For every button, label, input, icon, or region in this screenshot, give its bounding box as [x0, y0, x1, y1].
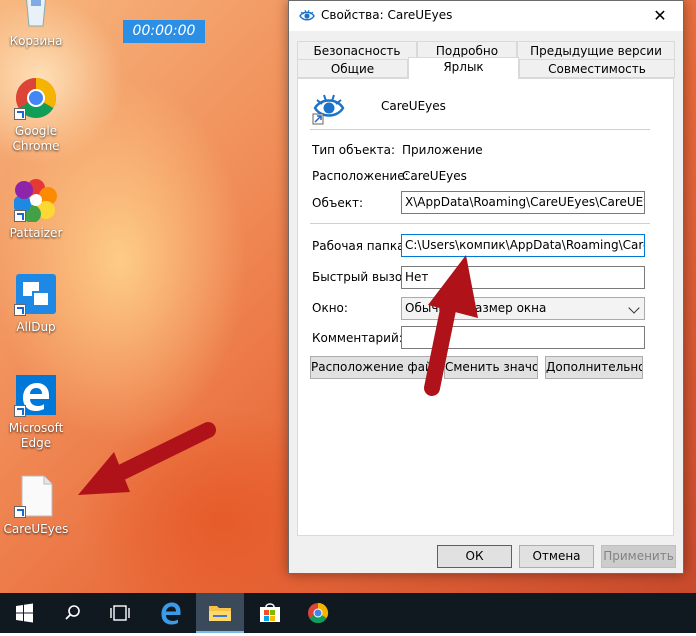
change-icon-button[interactable]: Сменить значок... [444, 356, 538, 379]
desktop-icon-careueyes[interactable]: CareUEyes [0, 474, 72, 537]
windows-logo-icon [16, 603, 33, 623]
shortcut-arrow-icon [14, 405, 26, 417]
desktop-icon-label: Google Chrome [12, 124, 60, 153]
open-file-location-button[interactable]: Расположение файла [310, 356, 438, 379]
shortcut-arrow-icon [14, 108, 26, 120]
desktop-icon-label: Pattaizer [9, 226, 63, 240]
desktop-icon-chrome[interactable]: Google Chrome [0, 76, 72, 154]
comment-label: Комментарий: [312, 331, 403, 345]
shortcut-panel: CareUEyes Тип объекта: Приложение Распол… [297, 78, 674, 536]
alldup-icon [14, 272, 58, 316]
type-value: Приложение [402, 143, 483, 157]
task-view-button[interactable] [96, 593, 144, 633]
target-field[interactable]: X\AppData\Roaming\CareUEyes\CareUEyes.ex… [401, 191, 645, 214]
edge-icon [161, 602, 181, 625]
window-label: Окно: [312, 301, 348, 315]
app-name: CareUEyes [381, 99, 446, 113]
desktop-icon-alldup[interactable]: AllDup [0, 272, 72, 335]
start-button[interactable] [0, 593, 48, 633]
blank-file-icon [14, 474, 58, 518]
search-button[interactable] [48, 593, 96, 633]
desktop-icon-recycle-bin[interactable]: Корзина [0, 0, 72, 49]
workdir-label: Рабочая папка: [312, 239, 409, 253]
close-icon[interactable]: ✕ [637, 1, 683, 31]
comment-field[interactable] [401, 326, 645, 349]
tab-general[interactable]: Общие [297, 59, 408, 78]
app-eye-icon [312, 91, 346, 125]
apply-button[interactable]: Применить [601, 545, 676, 568]
desktop-icon-label: CareUEyes [3, 522, 69, 536]
hotkey-field[interactable]: Нет [401, 266, 645, 289]
desktop-icon-pattaizer[interactable]: Pattaizer [0, 178, 72, 241]
divider [310, 223, 650, 224]
window-select-value: Обычный размер окна [405, 301, 547, 315]
chrome-icon [308, 602, 329, 624]
timer-display: 00:00:00 [123, 20, 205, 43]
workdir-field[interactable]: C:\Users\компик\AppData\Roaming\CareUEye… [401, 234, 645, 257]
pattaizer-icon [13, 178, 58, 223]
ok-button[interactable]: ОК [437, 545, 512, 568]
store-icon [260, 603, 280, 622]
properties-dialog: Свойства: CareUEyes ✕ Безопасность Подро… [288, 0, 684, 574]
taskbar-file-explorer[interactable] [196, 593, 244, 633]
eye-icon [299, 9, 315, 22]
chrome-icon [14, 76, 58, 120]
desktop-icon-edge[interactable]: Microsoft Edge [0, 373, 72, 451]
location-label: Расположение: [312, 169, 409, 183]
advanced-button[interactable]: Дополнительно... [545, 356, 643, 379]
type-label: Тип объекта: [312, 143, 396, 157]
tab-previous-versions[interactable]: Предыдущие версии [517, 41, 675, 60]
recycle-bin-icon [14, 0, 58, 30]
folder-icon [209, 606, 231, 621]
tab-security[interactable]: Безопасность [297, 41, 417, 60]
shortcut-arrow-icon [14, 506, 26, 518]
window-select[interactable]: Обычный размер окна [401, 297, 645, 320]
desktop-icon-label: Корзина [9, 34, 63, 48]
shortcut-arrow-icon [14, 210, 26, 222]
cancel-button[interactable]: Отмена [519, 545, 594, 568]
desktop-icon-label: AllDup [16, 320, 56, 334]
divider [310, 129, 650, 130]
tab-compatibility[interactable]: Совместимость [519, 59, 675, 78]
taskbar-chrome[interactable] [294, 593, 342, 633]
hotkey-label: Быстрый вызов: [312, 270, 414, 284]
taskbar [0, 593, 696, 633]
taskbar-store[interactable] [246, 593, 294, 633]
edge-icon [14, 373, 58, 417]
target-label: Объект: [312, 196, 363, 210]
tab-shortcut[interactable]: Ярлык [408, 57, 519, 79]
dialog-title: Свойства: CareUEyes [321, 8, 453, 22]
desktop-icon-label: Microsoft Edge [8, 421, 64, 450]
search-icon [65, 605, 80, 620]
location-value: CareUEyes [402, 169, 467, 183]
task-view-icon [110, 605, 130, 621]
shortcut-arrow-icon [14, 304, 26, 316]
dialog-titlebar[interactable]: Свойства: CareUEyes ✕ [289, 1, 683, 31]
taskbar-edge[interactable] [146, 593, 194, 633]
chevron-down-icon [628, 302, 640, 314]
